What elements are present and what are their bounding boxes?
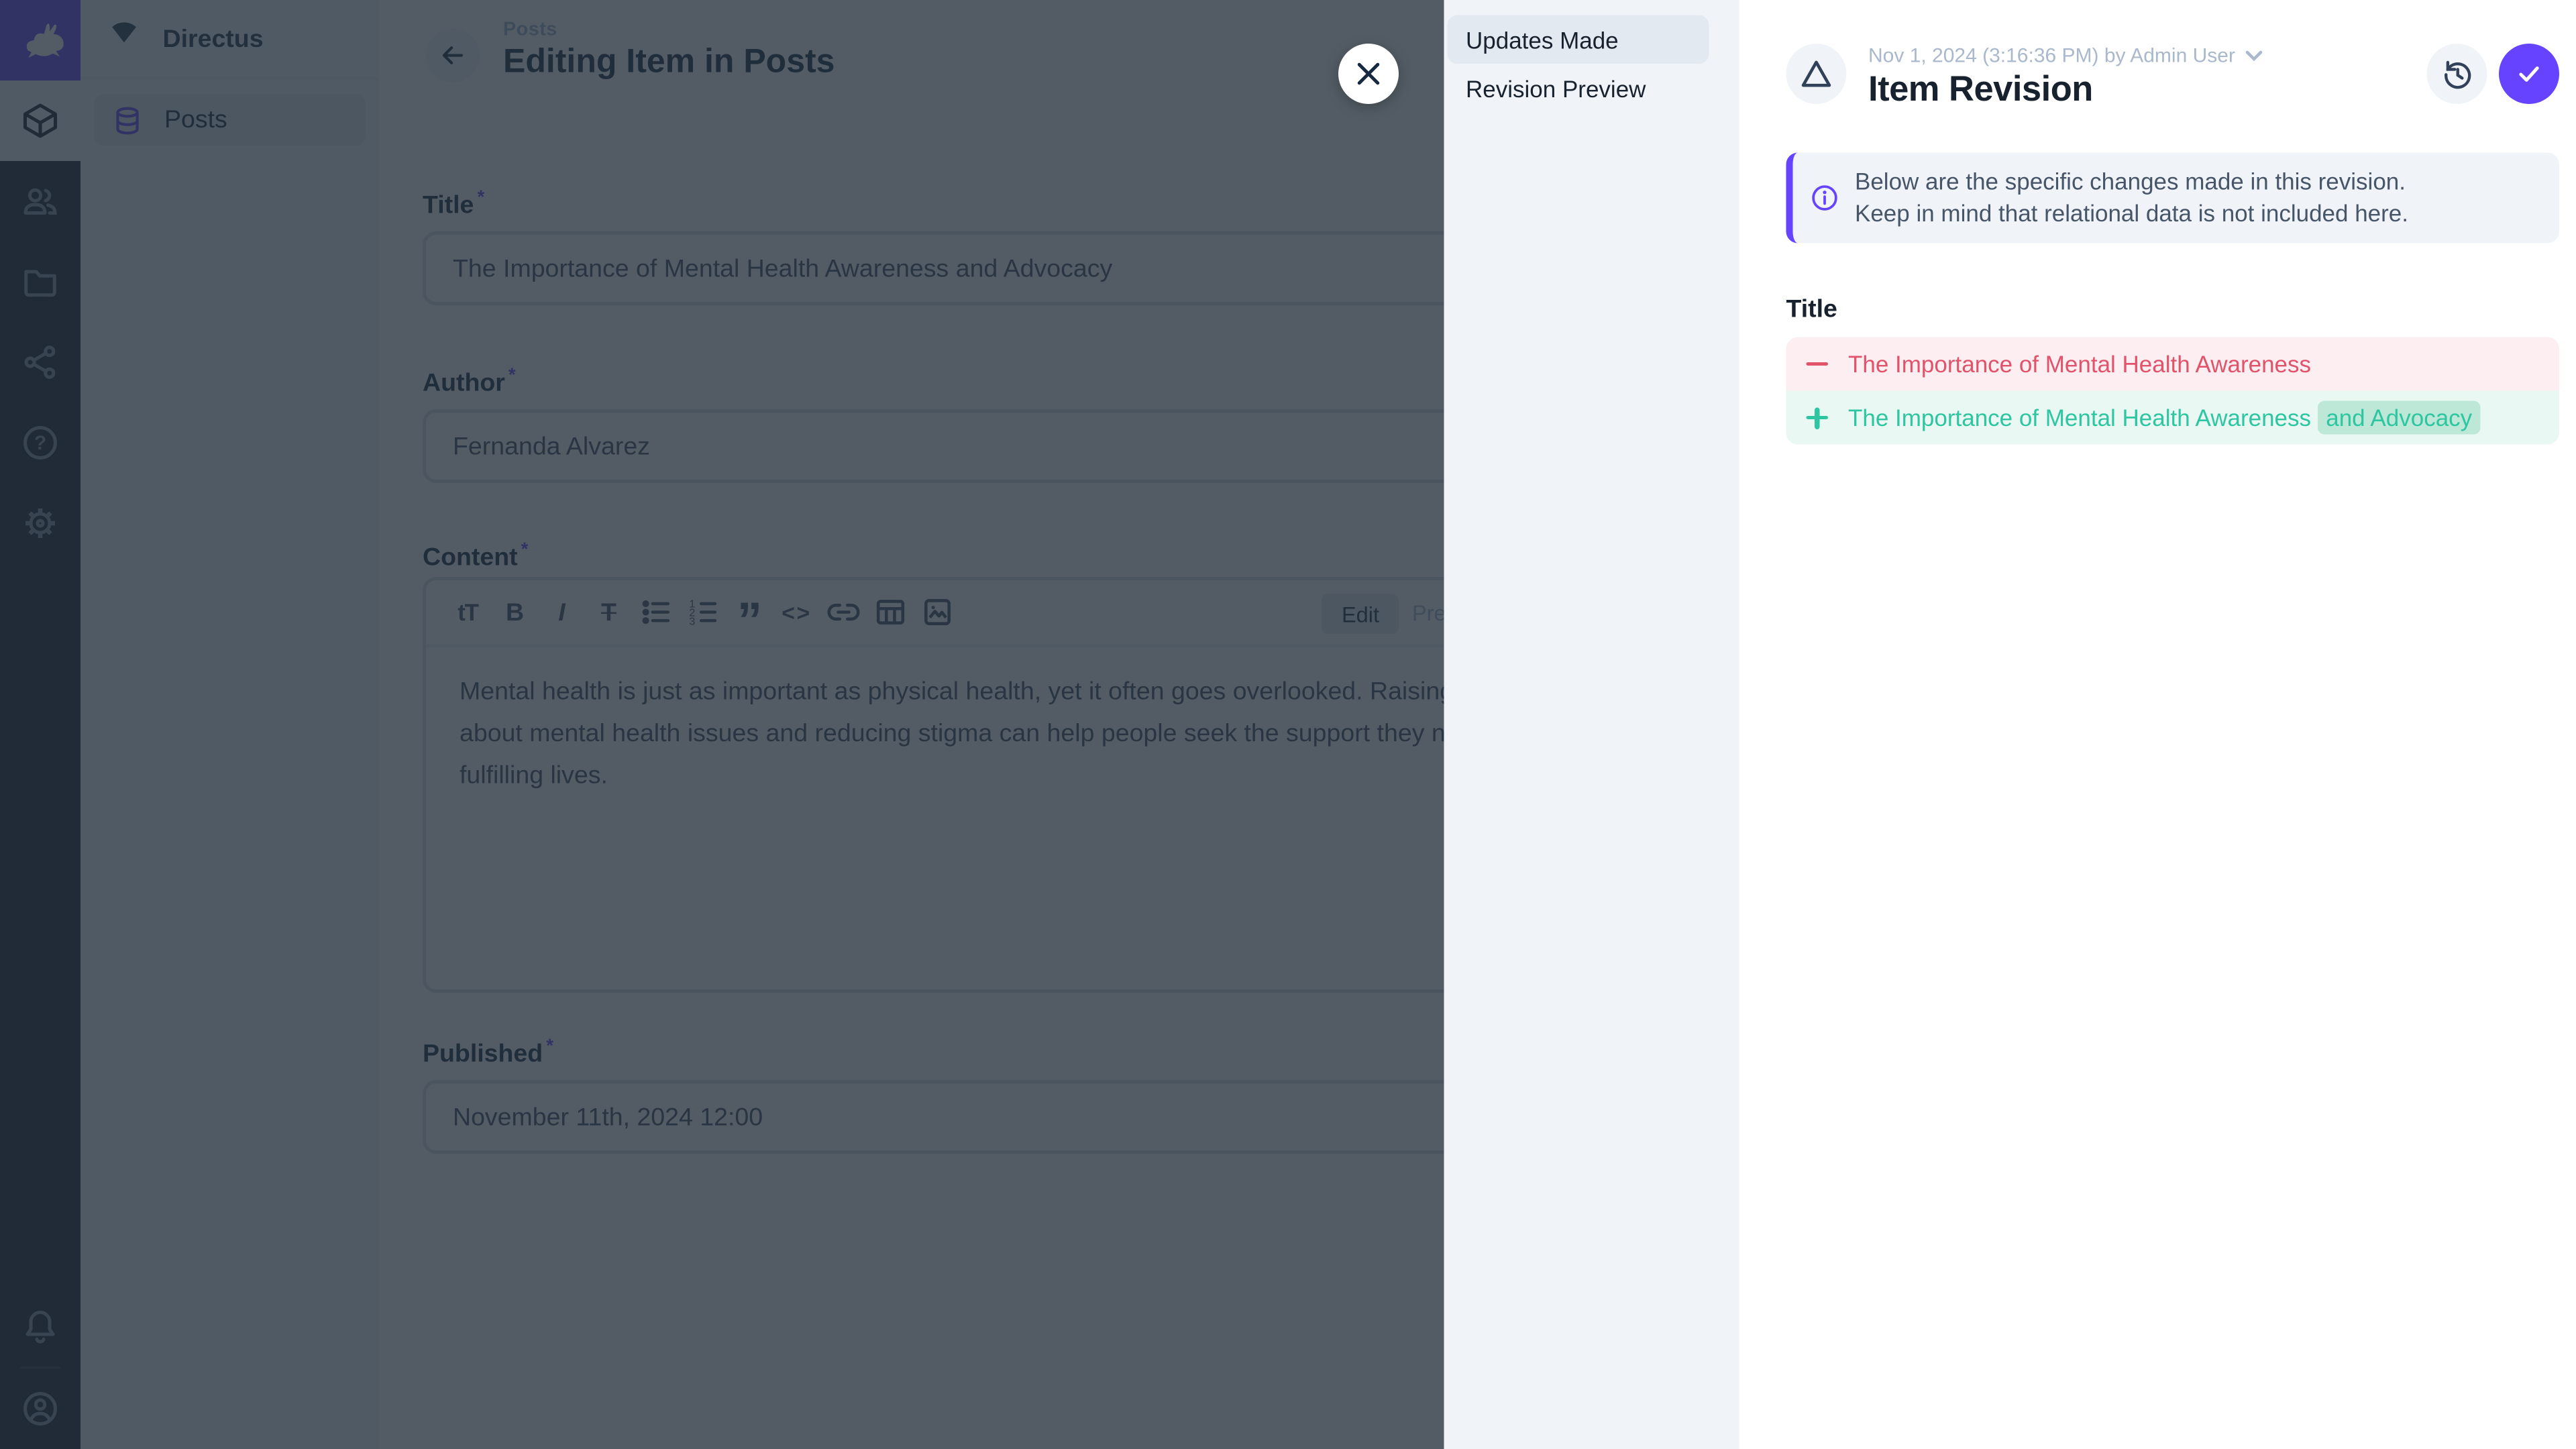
drawer-panel: Nov 1, 2024 (3:16:36 PM) by Admin User I… bbox=[1739, 0, 2576, 1449]
diff-box: The Importance of Mental Health Awarenes… bbox=[1786, 337, 2560, 445]
change-history-triangle-icon bbox=[1798, 56, 1835, 93]
drawer-actions bbox=[2427, 44, 2560, 104]
accept-button[interactable] bbox=[2499, 44, 2559, 104]
drawer-header-badge bbox=[1786, 44, 1847, 104]
diff-added-highlight: and Advocacy bbox=[2318, 401, 2481, 435]
diff-added-row: The Importance of Mental Health Awarenes… bbox=[1786, 391, 2560, 445]
diff-removed-text: The Importance of Mental Health Awarenes… bbox=[1848, 351, 2311, 378]
revision-meta-dropdown[interactable]: Nov 1, 2024 (3:16:36 PM) by Admin User bbox=[1868, 44, 2427, 67]
revision-drawer: Updates Made Revision Preview Nov 1, 202… bbox=[1444, 0, 2576, 1449]
restore-revision-button[interactable] bbox=[2427, 44, 2487, 104]
notice-text: Below are the specific changes made in t… bbox=[1855, 166, 2408, 230]
info-icon bbox=[1810, 183, 1840, 213]
drawer-header: Nov 1, 2024 (3:16:36 PM) by Admin User I… bbox=[1786, 0, 2560, 111]
revision-notice: Below are the specific changes made in t… bbox=[1786, 153, 2560, 244]
diff-added-text: The Importance of Mental Health Awarenes… bbox=[1848, 405, 2481, 431]
drawer-title: Item Revision bbox=[1868, 70, 2427, 111]
close-icon bbox=[1355, 60, 1382, 87]
menu-item-updates-made[interactable]: Updates Made bbox=[1448, 15, 1709, 64]
accept-check-icon bbox=[2514, 59, 2544, 89]
directus-app: ? Direct bbox=[0, 0, 2576, 1449]
diff-section-label: Title bbox=[1786, 295, 2560, 324]
minus-icon bbox=[1786, 362, 1849, 366]
plus-icon bbox=[1786, 407, 1849, 429]
drawer-close-button[interactable] bbox=[1338, 44, 1399, 104]
diff-removed-row: The Importance of Mental Health Awarenes… bbox=[1786, 337, 2560, 391]
drawer-menu: Updates Made Revision Preview bbox=[1444, 0, 1739, 1449]
restore-history-icon bbox=[2439, 56, 2475, 92]
chevron-down-icon bbox=[2245, 50, 2262, 62]
menu-item-revision-preview[interactable]: Revision Preview bbox=[1448, 64, 1709, 113]
revision-meta-text: Nov 1, 2024 (3:16:36 PM) by Admin User bbox=[1868, 44, 2235, 67]
